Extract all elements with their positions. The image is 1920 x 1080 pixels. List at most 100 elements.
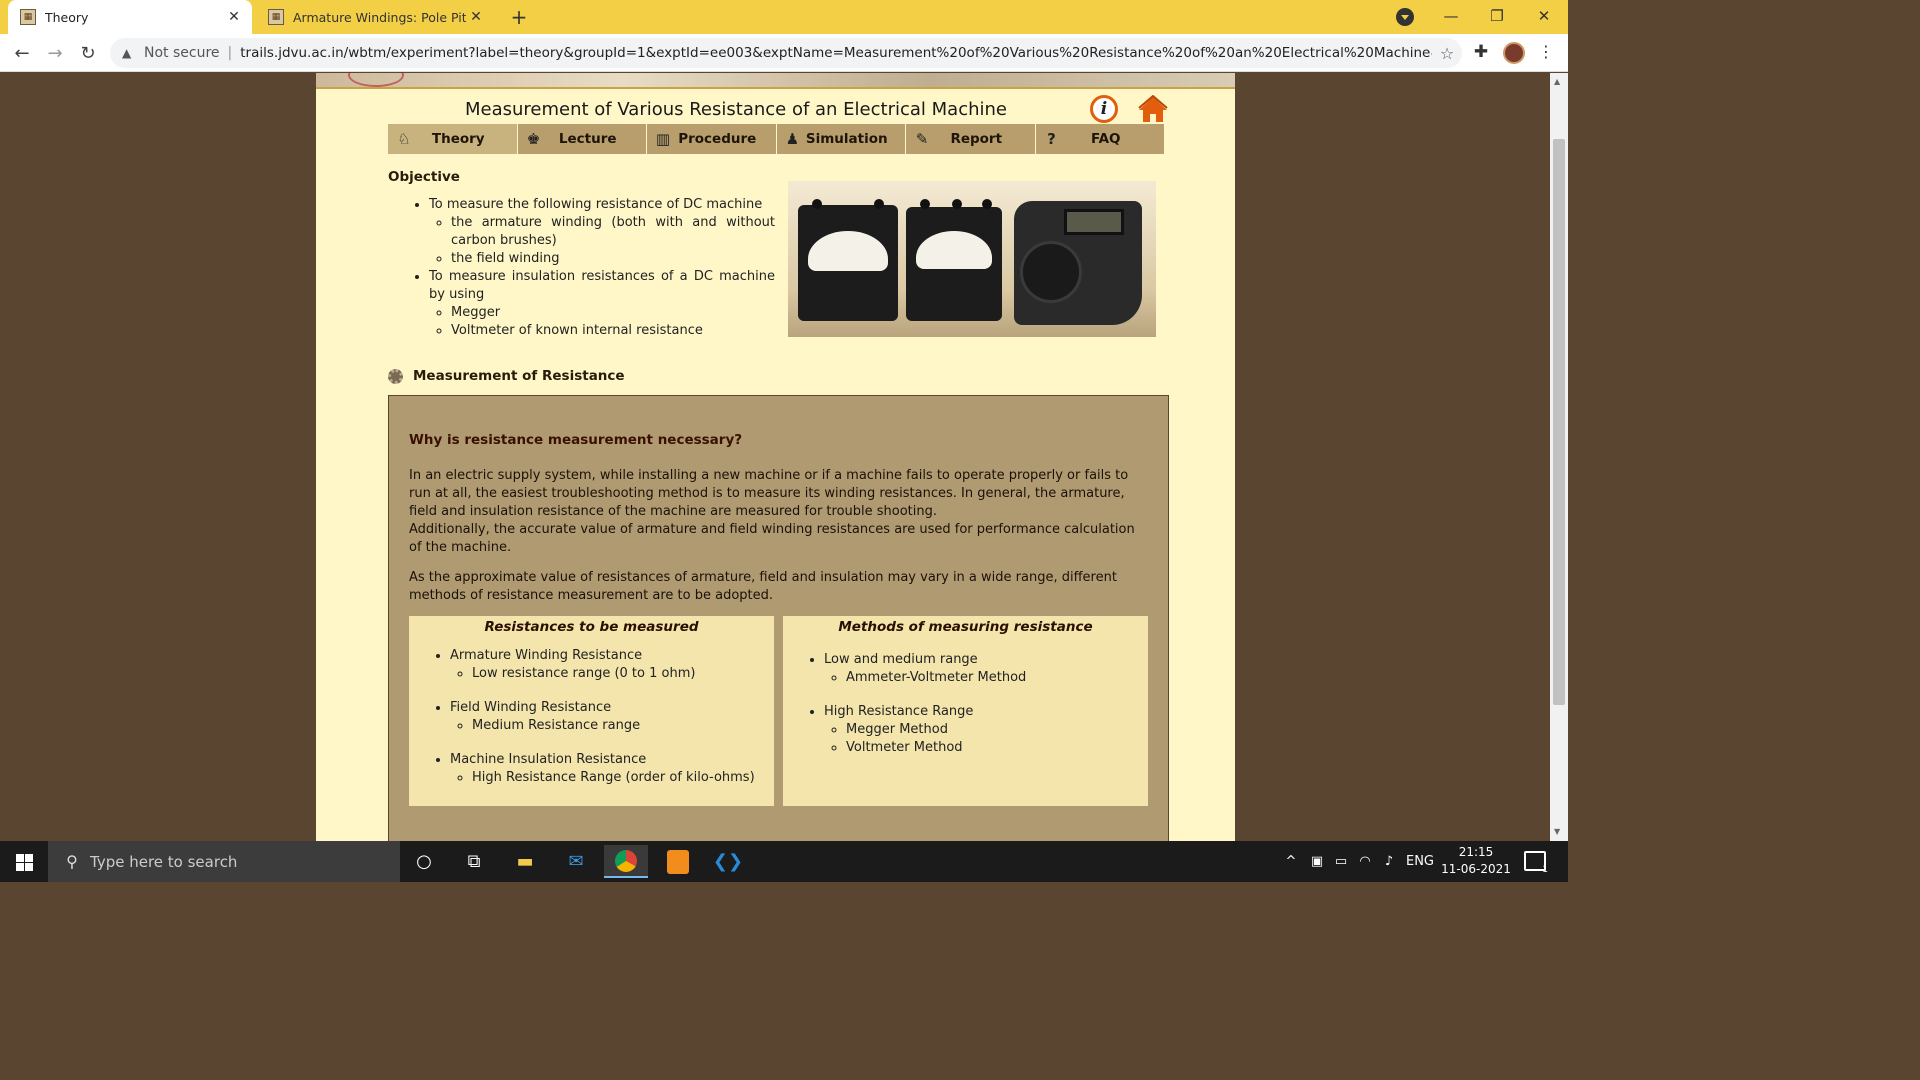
objective-list: To measure the following resistance of D… (411, 196, 775, 340)
list-item: Machine Insulation Resistance High Resis… (450, 751, 774, 787)
meter-1 (798, 205, 898, 321)
tab-armature-windings[interactable]: ▦ Armature Windings: Pole Pitch, C ✕ (256, 0, 494, 34)
scroll-thumb[interactable] (1553, 139, 1565, 705)
terminal-knob (874, 199, 884, 209)
tray-overflow-icon[interactable]: ^ (1280, 841, 1302, 882)
meter-dial (808, 231, 888, 271)
terminal-knob (812, 199, 822, 209)
meter-2 (906, 207, 1002, 321)
chrome-icon[interactable] (604, 845, 648, 878)
megger-device (1014, 201, 1142, 325)
list-item: Low resistance range (0 to 1 ohm) (472, 665, 774, 683)
site-banner (316, 73, 1235, 89)
list-item: Ammeter-Voltmeter Method (846, 669, 1148, 687)
menu-item-lecture[interactable]: ♚ Lecture (517, 124, 647, 154)
list-item: Megger Method (846, 721, 1148, 739)
resistances-box: Resistances to be measured Armature Wind… (409, 616, 774, 806)
list-item-label: High Resistance Range (824, 704, 974, 719)
home-icon[interactable] (1138, 95, 1168, 123)
list-item-label: Armature Winding Resistance (450, 648, 643, 663)
back-button[interactable]: ← (9, 41, 35, 67)
device-icon[interactable]: ▣ (1306, 841, 1328, 882)
tab-theory[interactable]: ▦ Theory ✕ (8, 0, 252, 34)
browser-menu-icon[interactable]: ⋮ (1536, 42, 1556, 64)
menu-item-report[interactable]: ✎ Report (906, 124, 1036, 154)
why-heading: Why is resistance measurement necessary? (409, 432, 743, 448)
terminal-knob (982, 199, 992, 209)
volume-icon[interactable]: ♪ (1378, 841, 1400, 882)
tab-search-icon[interactable] (1396, 8, 1414, 26)
megger-window (1064, 209, 1124, 235)
menu-item-procedure[interactable]: ▥ Procedure (647, 124, 777, 154)
menu-item-faq[interactable]: ? FAQ (1035, 124, 1165, 154)
security-label: Not secure (144, 45, 220, 61)
scroll-up-arrow-icon[interactable]: ▲ (1554, 77, 1560, 86)
list-item-label: Low and medium range (824, 652, 978, 667)
windows-logo-icon (16, 863, 24, 871)
megger-crank (1020, 241, 1082, 303)
browser-tab-bar: ▦ Theory ✕ ▦ Armature Windings: Pole Pit… (0, 0, 1568, 34)
mail-icon[interactable]: ✉ (554, 845, 598, 878)
list-item: Armature Winding Resistance Low resistan… (450, 647, 774, 683)
menu-item-label: Theory (431, 131, 485, 147)
notification-icon[interactable]: 1 (1524, 851, 1548, 875)
notification-count: 1 (1542, 865, 1548, 875)
menu-item-simulation[interactable]: ♟ Simulation (776, 124, 906, 154)
list-item: Field Winding Resistance Medium Resistan… (450, 699, 774, 735)
objective-item: To measure insulation resistances of a D… (429, 269, 775, 302)
chrome-logo (615, 849, 637, 872)
restore-button[interactable]: ❐ (1482, 4, 1512, 28)
list-item: Megger (451, 304, 775, 322)
windows-logo-icon (25, 863, 33, 871)
new-tab-button[interactable]: + (506, 4, 532, 30)
faq-icon: ? (1047, 130, 1056, 148)
page-scrollbar[interactable]: ▲ ▼ (1550, 73, 1568, 841)
terminal-knob (952, 199, 962, 209)
search-icon: ⚲ (66, 852, 78, 871)
menu-item-theory[interactable]: ♘ Theory (388, 124, 518, 154)
list-item: Voltmeter Method (846, 739, 1148, 757)
close-tab-icon[interactable]: ✕ (224, 9, 244, 25)
clock[interactable]: 21:15 11-06-2021 (1440, 844, 1512, 878)
paragraph-text: In an electric supply system, while inst… (409, 468, 1129, 519)
list-item: the field winding (451, 250, 775, 268)
close-window-button[interactable]: ✕ (1529, 4, 1559, 28)
vscode-icon[interactable]: ❮❯ (706, 845, 750, 878)
wifi-icon[interactable]: ◠ (1354, 841, 1376, 882)
file-explorer-icon[interactable]: ▬ (503, 845, 547, 878)
experiment-title: Measurement of Various Resistance of an … (465, 99, 1007, 120)
list-item: High Resistance Range (order of kilo-ohm… (472, 769, 774, 787)
windows-taskbar: ⚲ Type here to search ○ ⧉ ▬ ✉ ❮❯ ^ ▣ ▭ ◠… (0, 841, 1568, 882)
bookmark-star-icon[interactable]: ☆ (1432, 44, 1462, 63)
start-button[interactable] (0, 841, 48, 882)
column-title: Methods of measuring resistance (838, 619, 1093, 635)
warning-icon: ▲ (122, 46, 132, 60)
scroll-down-arrow-icon[interactable]: ▼ (1554, 827, 1560, 836)
address-bar[interactable]: ▲ Not secure | trails.jdvu.ac.in/wbtm/ex… (110, 38, 1462, 68)
minimize-button[interactable]: — (1436, 4, 1466, 28)
clock-time: 21:15 (1458, 845, 1494, 859)
pdf-app-icon[interactable] (656, 845, 700, 878)
procedure-icon: ▥ (655, 130, 671, 148)
search-placeholder: Type here to search (90, 852, 238, 871)
profile-avatar[interactable] (1503, 42, 1525, 64)
list-item-label: Machine Insulation Resistance (450, 752, 647, 767)
university-logo (348, 73, 404, 87)
url-text[interactable]: trails.jdvu.ac.in/wbtm/experiment?label=… (240, 45, 1432, 61)
task-view-icon[interactable]: ⧉ (452, 845, 496, 878)
battery-icon[interactable]: ▭ (1330, 841, 1352, 882)
browser-toolbar: ← → ↻ ▲ Not secure | trails.jdvu.ac.in/w… (0, 34, 1568, 72)
reload-button[interactable]: ↻ (75, 41, 101, 67)
clock-date: 11-06-2021 (1441, 862, 1511, 876)
column-list: Armature Winding Resistance Low resistan… (409, 647, 774, 787)
close-tab-icon[interactable]: ✕ (466, 9, 486, 25)
cortana-icon[interactable]: ○ (402, 845, 446, 878)
info-icon[interactable]: i (1090, 95, 1118, 123)
methods-box: Methods of measuring resistance Low and … (783, 616, 1148, 806)
taskbar-search-input[interactable]: ⚲ Type here to search (48, 841, 400, 882)
column-title: Resistances to be measured (484, 619, 699, 635)
meters-photo (788, 181, 1156, 337)
language-indicator[interactable]: ENG (1402, 841, 1438, 882)
extensions-puzzle-icon[interactable]: ✚ (1470, 42, 1492, 64)
forward-button[interactable]: → (42, 41, 68, 67)
